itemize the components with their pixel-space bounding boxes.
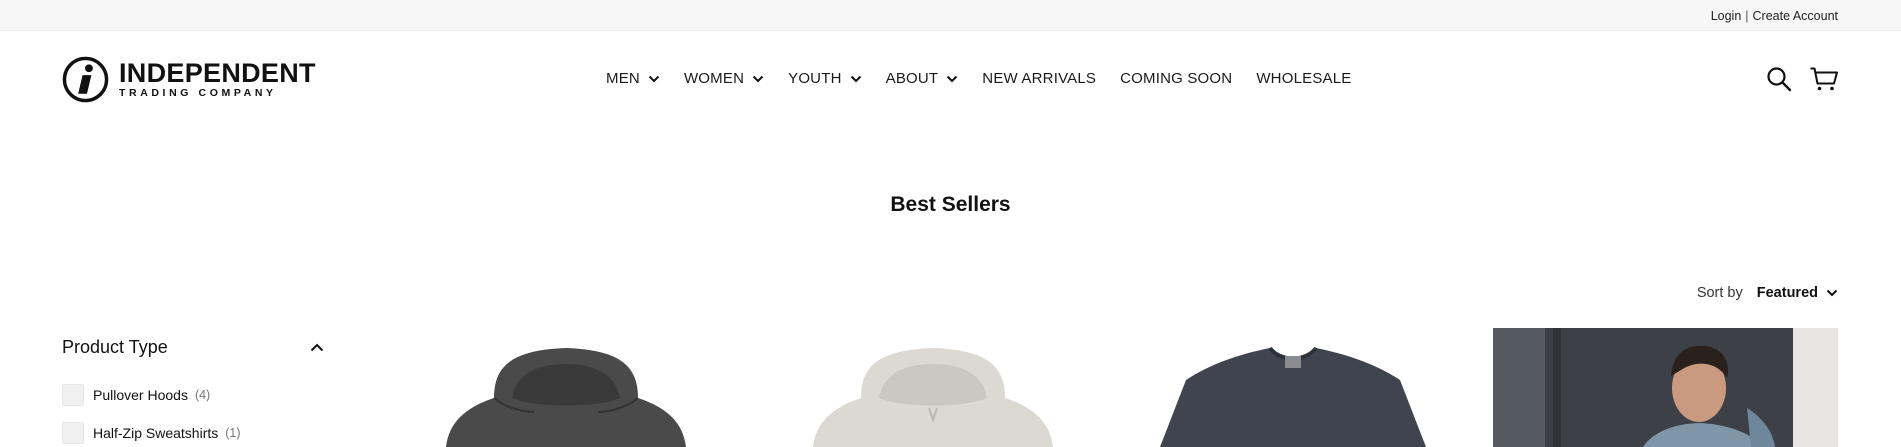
filter-option-label: Pullover Hoods [93,387,188,403]
model-in-blue-hoodie-image [1493,328,1838,447]
chevron-up-icon [310,343,324,352]
sort-label: Sort by [1696,285,1743,301]
bone-hoodie-image [813,348,1053,447]
chevron-down-icon [947,75,958,82]
nav-item-wholesale[interactable]: WHOLESALE [1256,70,1351,87]
account-separator: | [1745,9,1749,23]
filter-option-label: Half-Zip Sweatshirts [93,425,219,441]
create-account-link[interactable]: Create Account [1753,9,1838,23]
sort-value: Featured [1756,285,1818,301]
cart-icon [1810,67,1838,91]
brand-name: INDEPENDENT [119,57,316,88]
nav-label: YOUTH [788,70,842,87]
filter-option-count: (4) [194,388,211,402]
nav-label: COMING SOON [1120,70,1233,87]
cart-button[interactable] [1809,66,1839,92]
utility-bar: Login | Create Account [0,0,1901,31]
product-card-charcoal-hoodie[interactable] [394,328,739,447]
page-title: Best Sellers [890,193,1011,216]
nav-label: WHOLESALE [1256,70,1352,87]
account-links: Login | Create Account [1711,9,1838,23]
navy-tshirt-image [1160,346,1426,447]
filter-checkbox[interactable] [62,422,84,444]
product-card-model-hoodie[interactable] [1493,328,1838,447]
nav-item-about[interactable]: ABOUT [886,70,959,87]
nav-item-new-arrivals[interactable]: NEW ARRIVALS [982,70,1096,87]
login-link[interactable]: Login [1711,9,1742,23]
nav-label: ABOUT [885,70,939,87]
filter-group-toggle[interactable]: Product Type [62,337,324,358]
nav-label: WOMEN [683,70,745,87]
filter-option-count: (1) [225,426,241,440]
product-card-navy-tshirt[interactable] [1120,328,1465,447]
sort-control: Sort by Featured [1697,285,1838,301]
product-card-bone-hoodie[interactable] [757,328,1102,447]
search-button[interactable] [1766,66,1792,92]
chevron-down-icon [752,75,764,82]
nav-label: NEW ARRIVALS [982,70,1097,87]
filter-option-half-zip-sweatshirts[interactable]: Half-Zip Sweatshirts (1) [62,422,241,444]
chevron-down-icon [1826,289,1838,297]
brand-tagline: TRADING COMPANY [119,86,277,99]
chevron-down-icon [850,75,861,82]
nav-item-women[interactable]: WOMEN [684,70,764,87]
nav-item-youth[interactable]: YOUTH [788,70,862,87]
chevron-down-icon [648,75,660,82]
filter-option-pullover-hoods[interactable]: Pullover Hoods (4) [62,384,210,406]
brand-logo[interactable]: INDEPENDENT TRADING COMPANY [62,55,316,103]
search-icon [1767,67,1792,92]
filter-checkbox[interactable] [62,384,84,406]
filter-group-title: Product Type [62,337,168,357]
nav-item-men[interactable]: MEN [606,70,660,87]
main-nav: MEN WOMEN YOUTH ABOUT NEW ARRIVALS COMIN… [606,70,1352,87]
nav-label: MEN [606,70,640,87]
charcoal-hoodie-image [446,348,686,447]
nav-item-coming-soon[interactable]: COMING SOON [1120,70,1232,87]
sort-select[interactable]: Featured [1757,285,1838,301]
i-circle-logo-icon [62,56,109,102]
logo-wordmark: INDEPENDENT TRADING COMPANY [119,57,316,99]
